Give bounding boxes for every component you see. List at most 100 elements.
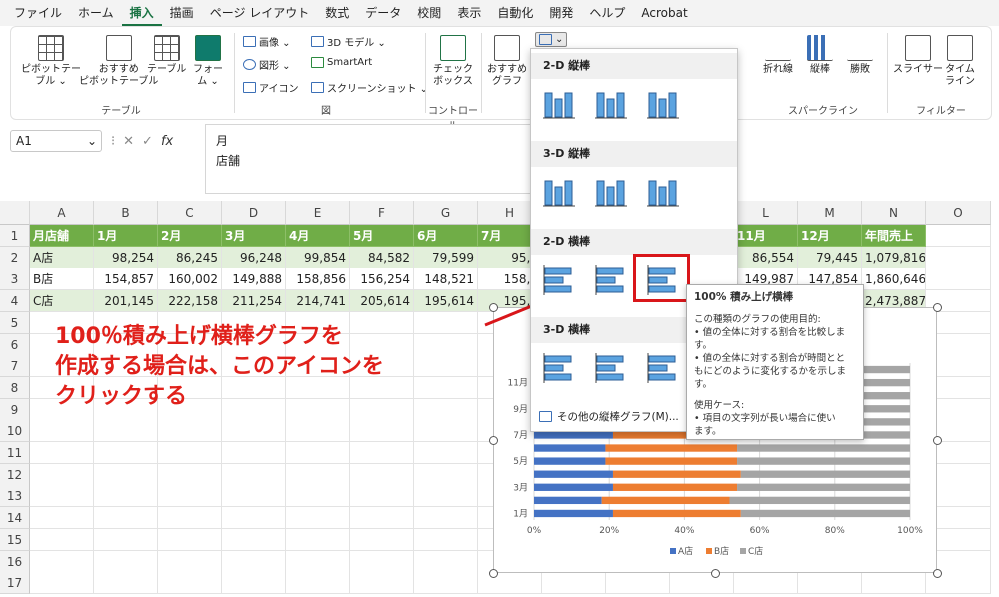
row-header[interactable]: 3 [0,268,30,291]
menu-tab[interactable]: Acrobat [633,0,695,26]
grid-cell[interactable] [350,463,414,486]
confirm-icon[interactable]: ✓ [142,134,153,149]
resize-handle[interactable] [932,568,942,578]
chevron-down-icon[interactable]: ⌄ [87,131,97,151]
row-header[interactable]: 8 [0,376,30,399]
grid-cell[interactable] [222,507,286,530]
grid-cell[interactable] [286,528,350,551]
grid-cell[interactable] [414,485,478,508]
grid-cell[interactable] [286,485,350,508]
clustered-bar-icon[interactable] [541,263,577,297]
grid-cell[interactable]: 2月 [158,225,222,247]
grid-cell[interactable] [414,507,478,530]
row-header[interactable]: 16 [0,550,30,573]
menu-tab[interactable]: 挿入 [121,0,162,26]
grid-cell[interactable] [222,550,286,573]
grid-cell[interactable] [158,463,222,486]
grid-cell[interactable] [350,507,414,530]
row-header[interactable]: 15 [0,528,30,551]
grid-cell[interactable] [734,572,798,595]
stacked-column-icon[interactable] [593,87,629,121]
icons-button[interactable]: アイコン [243,80,299,95]
more-options-icon[interactable]: ⁝ [111,134,115,149]
grid-cell[interactable] [158,442,222,464]
grid-cell[interactable] [286,507,350,530]
grid-cell[interactable] [94,463,158,486]
name-box[interactable]: A1 ⌄ [10,130,102,152]
pivot-table-button[interactable]: ピボットテー ブル ⌄ [21,35,81,88]
table-button[interactable]: テーブル [147,35,186,76]
row-header[interactable]: 12 [0,463,30,486]
grid-cell[interactable]: 99,854 [286,246,350,269]
column-header[interactable]: B [94,201,158,225]
grid-cell[interactable]: 5月 [350,225,414,247]
grid-cell[interactable]: 149,888 [222,268,286,291]
grid-cell[interactable] [158,572,222,595]
grid-cell[interactable] [30,572,94,595]
grid-cell[interactable] [926,246,991,269]
3d-clustered-column-icon[interactable] [541,175,577,209]
grid-cell[interactable]: 205,614 [350,290,414,313]
grid-cell[interactable]: 4月 [286,225,350,247]
grid-cell[interactable] [414,442,478,464]
smartart-button[interactable]: SmartArt [311,57,372,68]
grid-cell[interactable] [30,442,94,464]
grid-cell[interactable]: 86,245 [158,246,222,269]
grid-cell[interactable] [414,550,478,573]
cancel-icon[interactable]: ✕ [123,134,134,149]
row-header[interactable]: 7 [0,355,30,378]
resize-handle[interactable] [710,568,720,578]
grid-cell[interactable]: 3月 [222,225,286,247]
grid-cell[interactable] [926,225,991,247]
grid-cell[interactable] [670,572,734,595]
grid-cell[interactable] [798,572,862,595]
row-header[interactable]: 1 [0,225,30,247]
grid-cell[interactable]: 11月 [734,225,798,247]
grid-cell[interactable] [286,463,350,486]
grid-cell[interactable] [414,572,478,595]
grid-cell[interactable] [286,550,350,573]
grid-cell[interactable] [350,528,414,551]
sparkline-winloss-button[interactable]: 勝敗 [847,35,873,76]
shapes-button[interactable]: 図形 ⌄ [243,57,291,72]
grid-cell[interactable] [94,572,158,595]
grid-cell[interactable]: 1月 [94,225,158,247]
grid-cell[interactable] [30,507,94,530]
grid-cell[interactable] [350,442,414,464]
column-chart-dropdown[interactable]: ⌄ [535,32,568,47]
column-header[interactable]: E [286,201,350,225]
column-header[interactable]: L [734,201,798,225]
grid-cell[interactable] [350,485,414,508]
grid-cell[interactable]: 84,582 [350,246,414,269]
column-header[interactable]: A [30,201,94,225]
menu-tab[interactable]: 自動化 [489,0,541,26]
grid-cell[interactable] [414,463,478,486]
grid-cell[interactable]: 月店舗 [30,225,94,247]
column-header[interactable]: D [222,201,286,225]
grid-cell[interactable]: 79,599 [414,246,478,269]
clustered-column-icon[interactable] [541,87,577,121]
grid-cell[interactable]: 154,857 [94,268,158,291]
3d-stacked-bar-icon[interactable] [593,351,629,385]
column-header[interactable]: O [926,201,991,225]
grid-cell[interactable] [30,550,94,573]
grid-cell[interactable] [222,442,286,464]
grid-cell[interactable]: 86,554 [734,246,798,269]
grid-cell[interactable] [606,572,670,595]
grid-cell[interactable]: 158,856 [286,268,350,291]
resize-handle[interactable] [488,302,498,312]
timeline-button[interactable]: タイム ライン [945,35,975,88]
menu-tab[interactable]: 描画 [162,0,202,26]
grid-cell[interactable] [158,507,222,530]
grid-cell[interactable]: 148,521 [414,268,478,291]
grid-cell[interactable]: 156,254 [350,268,414,291]
menu-tab[interactable]: ヘルプ [581,0,633,26]
grid-cell[interactable] [926,268,991,291]
column-header[interactable]: F [350,201,414,225]
grid-cell[interactable]: 98,254 [94,246,158,269]
row-header[interactable]: 9 [0,398,30,421]
grid-cell[interactable]: B店 [30,268,94,291]
grid-cell[interactable] [350,550,414,573]
3d-stacked-100-column-icon[interactable] [645,175,681,209]
grid-cell[interactable] [222,572,286,595]
